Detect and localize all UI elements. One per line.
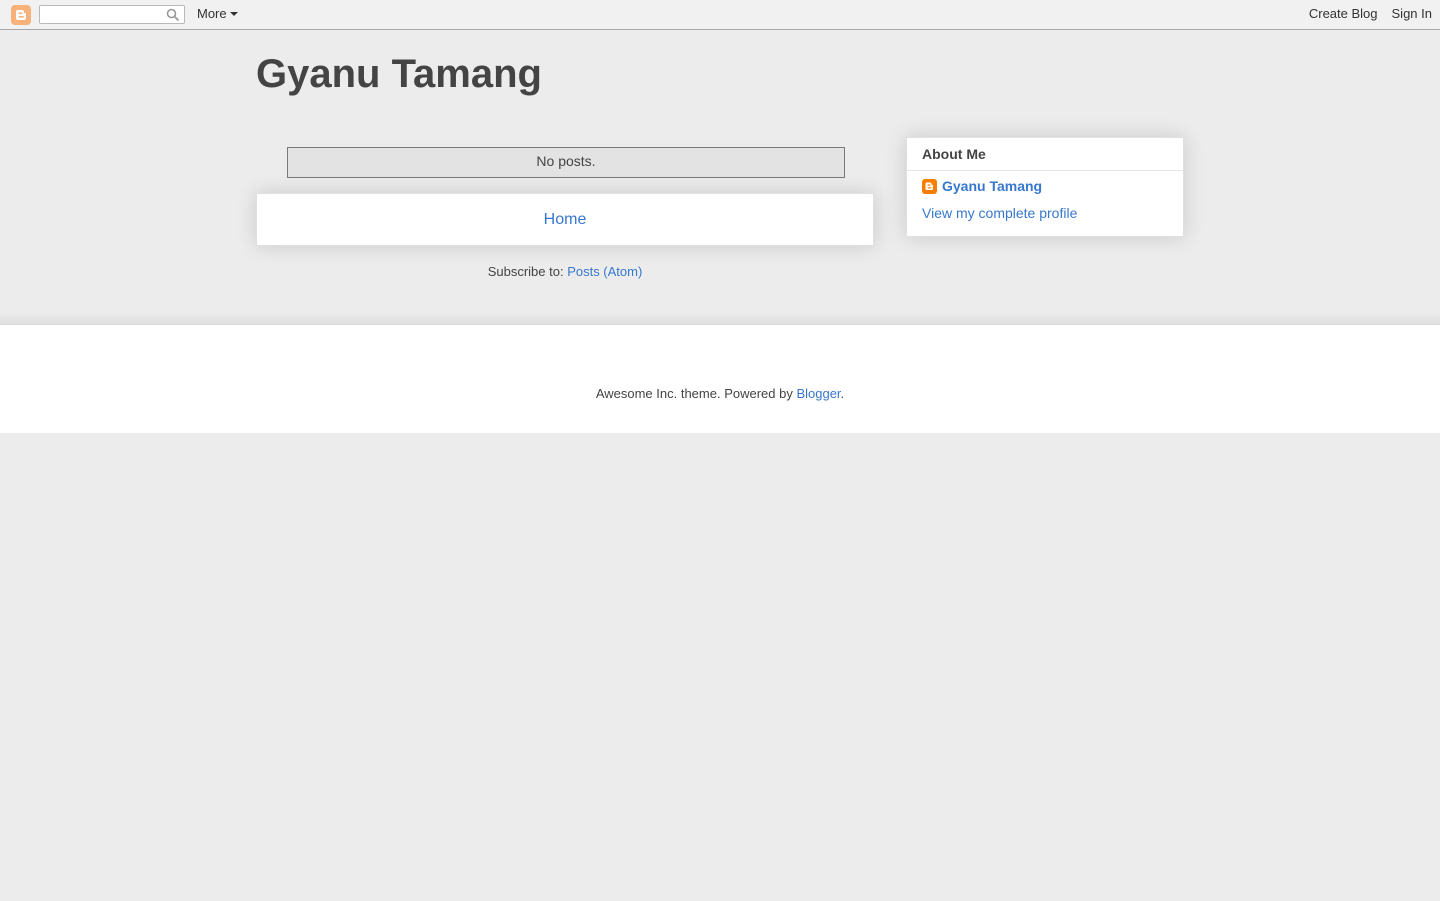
blogger-link[interactable]: Blogger [796, 386, 840, 401]
footer-shadow [0, 313, 1440, 324]
subscribe-prefix: Subscribe to: [487, 264, 568, 279]
footer-suffix: . [840, 386, 845, 401]
no-posts-message: No posts. [287, 147, 845, 178]
home-link-box: Home [256, 193, 874, 246]
view-profile-link[interactable]: View my complete profile [922, 205, 1077, 221]
search-input[interactable] [42, 7, 162, 22]
about-me-widget: About Me Gyanu Tamang View my complete p… [906, 137, 1184, 237]
profile-name-link[interactable]: Gyanu Tamang [942, 178, 1042, 194]
more-menu-button[interactable]: More [197, 6, 238, 21]
posts-atom-link[interactable]: Posts (Atom) [567, 264, 642, 279]
subscribe-line: Subscribe to: Posts (Atom) [256, 264, 874, 279]
footer: Awesome Inc. theme. Powered by Blogger. [0, 324, 1440, 433]
footer-prefix: Awesome Inc. theme. Powered by [595, 386, 797, 401]
profile-row: Gyanu Tamang [922, 178, 1042, 194]
search-icon[interactable] [166, 8, 180, 22]
more-label: More [197, 6, 227, 21]
divider [907, 170, 1183, 171]
blogger-icon[interactable] [11, 5, 31, 25]
blog-title[interactable]: Gyanu Tamang [256, 51, 542, 97]
navbar: More Create Blog Sign In [0, 0, 1440, 30]
chevron-down-icon [229, 12, 238, 16]
about-me-title: About Me [922, 146, 986, 162]
search-box [39, 5, 185, 24]
navbar-right: Create Blog Sign In [1309, 6, 1432, 21]
home-link[interactable]: Home [544, 211, 587, 228]
footer-attribution: Awesome Inc. theme. Powered by Blogger. [0, 386, 1440, 401]
sign-in-link[interactable]: Sign In [1392, 6, 1432, 21]
blogger-profile-icon [922, 178, 937, 194]
create-blog-link[interactable]: Create Blog [1309, 6, 1378, 21]
